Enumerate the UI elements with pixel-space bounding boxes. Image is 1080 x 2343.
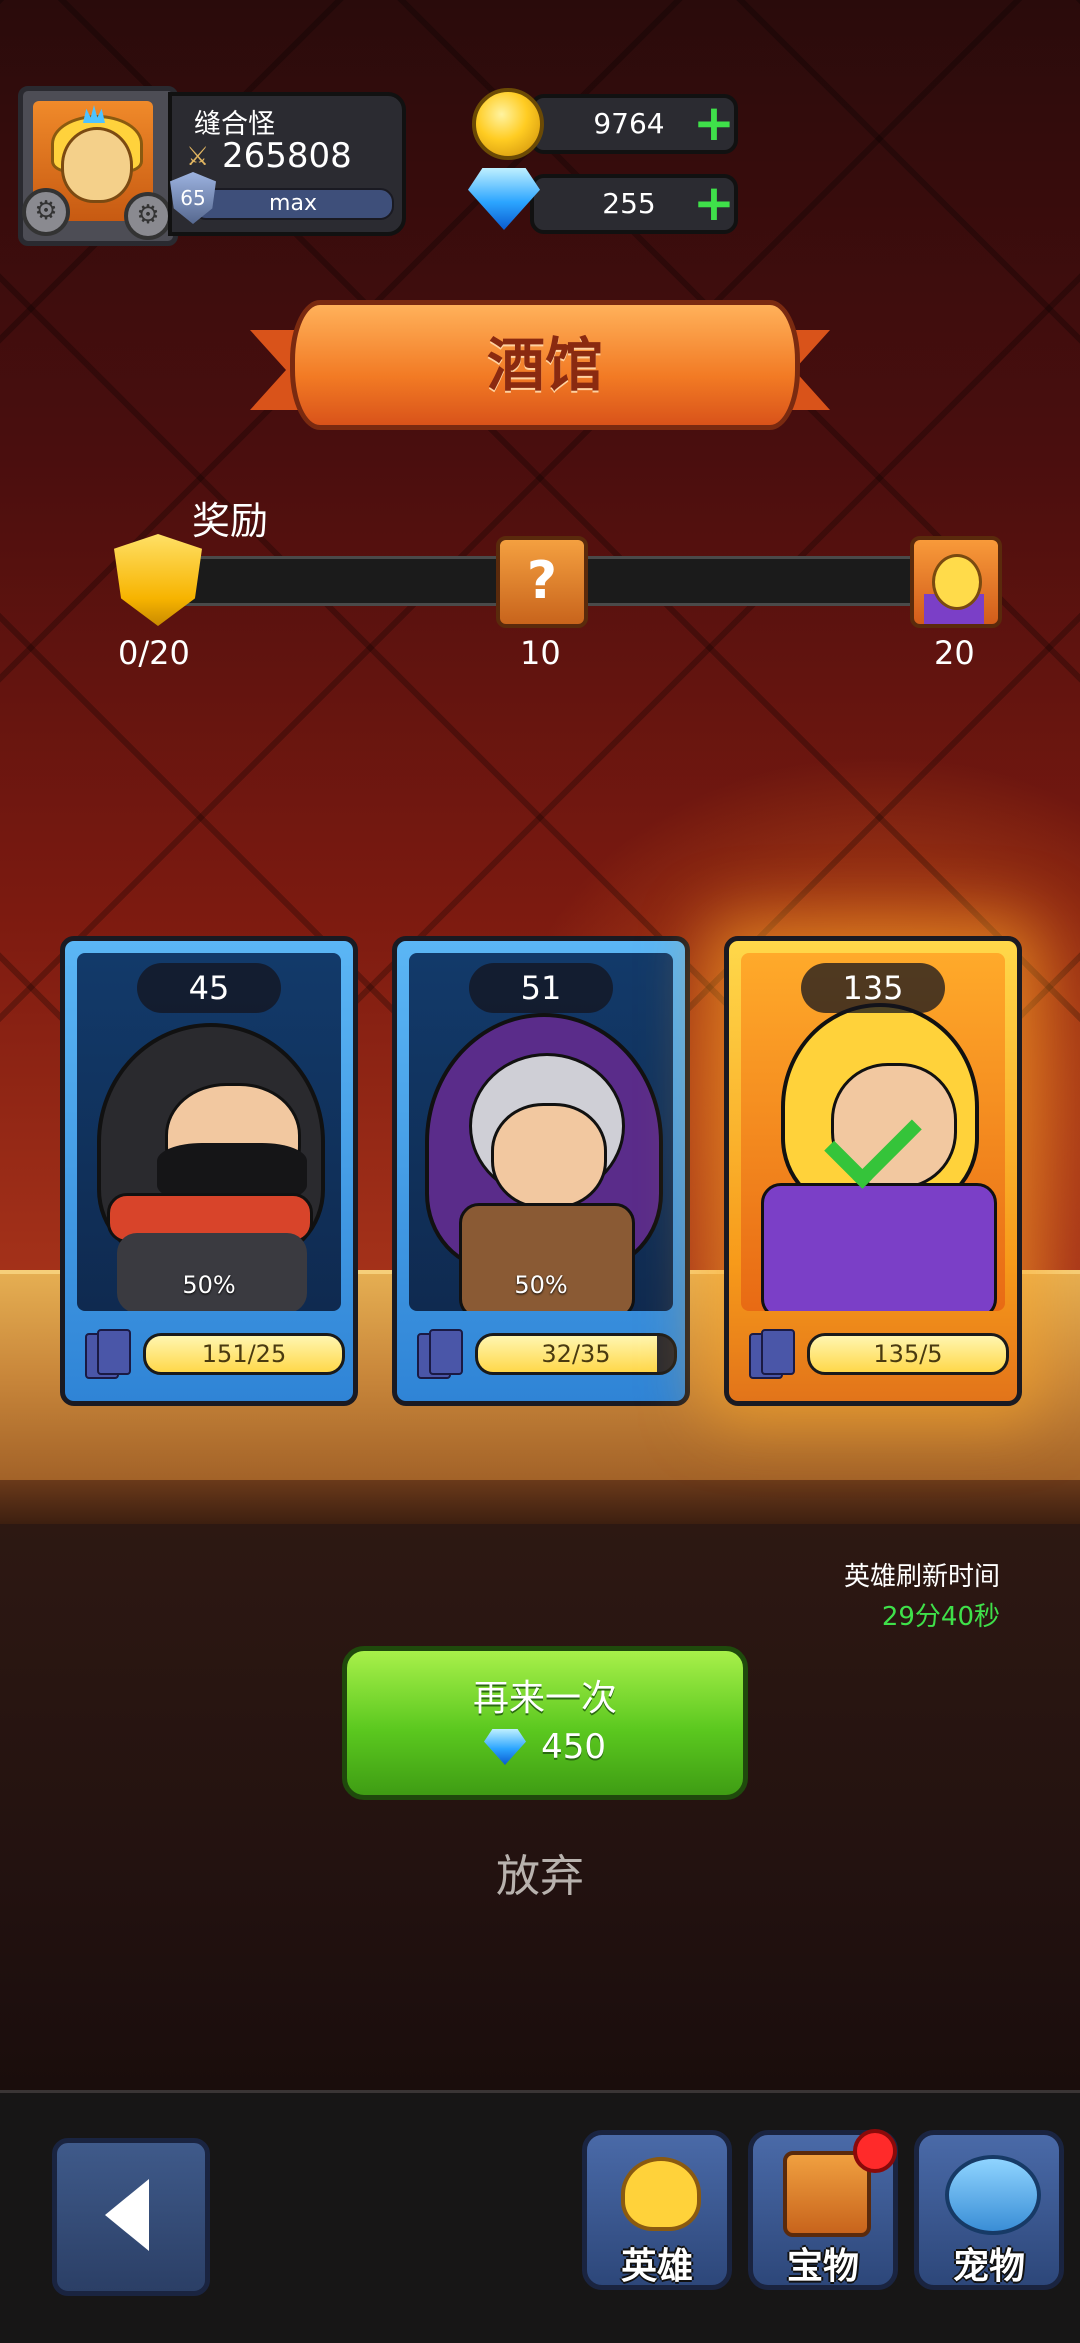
nav-pets-label: 宠物 — [952, 2246, 1025, 2287]
draw-again-label: 再来一次 — [472, 1678, 617, 1719]
gold-counter: 9764 + — [530, 94, 738, 154]
nav-treasure-button[interactable]: 宝物 — [748, 2129, 898, 2290]
hero-reward-icon[interactable] — [910, 536, 1002, 628]
card-deck-icon — [747, 1327, 795, 1379]
hero-portrait: 51 50% — [409, 953, 673, 1311]
nav-treasure-label: 宝物 — [786, 2246, 859, 2287]
refresh-timer: 29分40秒 — [881, 1602, 1000, 1632]
combat-power: 265808 — [222, 136, 352, 176]
gem-counter: 255 + — [530, 174, 738, 234]
gem-value: 255 — [602, 187, 656, 220]
crown-icon — [83, 105, 105, 123]
shard-count: 151/25 — [201, 1340, 287, 1368]
shard-count: 135/5 — [873, 1340, 943, 1368]
deck-card-front — [97, 1329, 131, 1375]
hero-card[interactable]: 45 50% 151/25 — [60, 936, 358, 1406]
draw-cost: 450 — [347, 1727, 743, 1771]
elf-face — [491, 1103, 607, 1209]
gold-value: 9764 — [593, 107, 665, 140]
mystery-reward-icon[interactable]: ? — [496, 536, 588, 628]
hero-card-selected[interactable]: 135 135/5 — [724, 936, 1022, 1406]
give-up-button[interactable]: 放弃 — [390, 1840, 690, 1904]
mage-robe — [761, 1183, 997, 1311]
hero-card[interactable]: 51 50% 32/35 — [392, 936, 690, 1406]
refresh-label: 英雄刷新时间 — [843, 1562, 1000, 1592]
shard-progress-bar: 32/35 — [475, 1333, 677, 1375]
card-deck-icon — [415, 1327, 463, 1379]
hero-level: 135 — [801, 963, 945, 1013]
nav-pets-button[interactable]: 宠物 — [914, 2130, 1064, 2290]
pet-icon — [945, 2155, 1041, 2235]
hero-level: 51 — [469, 963, 613, 1013]
reward-label: 奖励 — [192, 499, 269, 543]
diamond-icon — [484, 1729, 526, 1765]
hero-percent: 50% — [182, 1271, 236, 1299]
title-banner: 酒馆 — [290, 300, 800, 430]
hero-portrait: 45 50% — [77, 953, 341, 1311]
settings-gear-icon[interactable]: ⚙ — [22, 188, 70, 236]
hero-level: 45 — [137, 963, 281, 1013]
card-deck-icon — [83, 1327, 131, 1379]
nav-heroes-label: 英雄 — [620, 2246, 693, 2287]
draw-cost-value: 450 — [541, 1727, 606, 1767]
draw-again-button[interactable]: 再来一次 450 — [342, 1646, 748, 1800]
milestone-label: 20 — [934, 634, 975, 672]
gold-coin-icon — [472, 88, 544, 160]
shard-count: 32/35 — [541, 1340, 611, 1368]
table-edge — [0, 1480, 1080, 1524]
chevron-left-icon — [105, 2179, 149, 2251]
shard-progress-bar: 151/25 — [143, 1333, 345, 1375]
crossed-swords-icon: ⚔ — [186, 142, 210, 172]
hero-percent: 50% — [514, 1271, 568, 1299]
hero-icon — [621, 2157, 701, 2231]
shard-progress-bar: 135/5 — [807, 1333, 1009, 1375]
hero-portrait: 135 — [741, 953, 1005, 1311]
deck-card-front — [761, 1329, 795, 1375]
page-title: 酒馆 — [486, 331, 603, 399]
level-status: max — [269, 191, 317, 216]
avatar-face — [61, 127, 133, 203]
notification-dot — [853, 2129, 897, 2173]
nav-heroes-button[interactable]: 英雄 — [582, 2130, 732, 2290]
add-gems-button[interactable]: + — [692, 178, 736, 228]
back-button[interactable] — [52, 2138, 210, 2296]
gear-icon: ⚙ — [124, 192, 172, 240]
deck-card-front — [429, 1329, 463, 1375]
reward-progress-text: 0/20 — [118, 634, 190, 672]
add-gold-button[interactable]: + — [692, 98, 736, 148]
hero-reward-face — [932, 554, 982, 610]
milestone-label: 10 — [520, 634, 561, 672]
level-progress-bar: max — [192, 188, 394, 220]
